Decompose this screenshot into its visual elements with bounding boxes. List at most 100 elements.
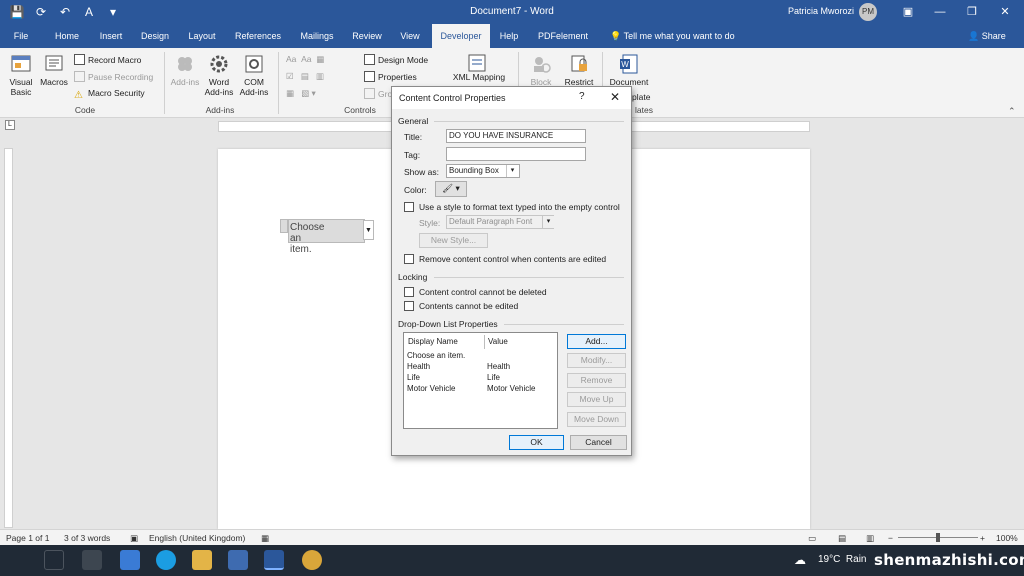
minimize-icon[interactable]: — [930,3,950,21]
title-input[interactable]: DO YOU HAVE INSURANCE [446,129,586,143]
content-control-handle[interactable] [280,219,288,233]
zoom-slider-thumb[interactable] [936,533,940,542]
dialog-close-button[interactable]: ✕ [610,90,620,104]
store-icon[interactable] [82,550,102,570]
tag-input[interactable] [446,147,586,161]
ok-button[interactable]: OK [509,435,564,450]
design-mode-button[interactable]: Design Mode [364,54,428,66]
zoom-out-icon[interactable]: − [888,533,893,543]
tab-design[interactable]: Design [136,24,174,48]
word-taskbar-icon[interactable] [264,550,284,570]
list-item-display[interactable]: Motor Vehicle [407,384,455,393]
file-explorer-icon[interactable] [192,550,212,570]
cancel-button[interactable]: Cancel [570,435,627,450]
web-layout-icon[interactable]: ▥ [866,533,874,544]
remove-cc-checkbox[interactable] [404,254,414,264]
read-mode-icon[interactable]: ▭ [808,533,816,544]
addins-icon [178,57,192,71]
display-name-header[interactable]: Display Name [408,337,458,346]
content-control-dropdown-arrow-icon[interactable]: ▼ [363,220,374,240]
mail-icon[interactable] [120,550,140,570]
visual-basic-button[interactable]: Visual Basic [4,53,38,97]
xml-mapping-icon [468,54,486,72]
avatar[interactable]: PM [859,3,877,21]
com-addins-button[interactable]: COM Add-ins [237,53,271,97]
tab-developer[interactable]: Developer [432,24,490,48]
edge-icon[interactable] [156,550,176,570]
dropdown-section-label: Drop-Down List Properties [398,319,498,329]
tab-selector-icon[interactable]: L [5,120,15,130]
ribbon-display-icon[interactable]: ▣ [898,3,918,21]
collapse-ribbon-icon[interactable]: ⌃ [1008,106,1016,117]
list-item-display[interactable]: Life [407,373,420,382]
chevron-down-icon: ▾ [455,183,460,193]
accessibility-icon[interactable]: ▦ [261,533,269,544]
block-authors-icon [534,57,551,73]
properties-button[interactable]: Properties [364,71,417,83]
list-item-display[interactable]: Health [407,362,430,371]
macro-security-button[interactable]: ⚠ Macro Security [74,88,145,101]
cannot-edit-label: Contents cannot be edited [419,301,519,311]
cannot-edit-checkbox[interactable] [404,301,414,311]
print-layout-icon[interactable]: ▤ [838,533,846,544]
color-picker-button[interactable]: 🖌 ▾ [435,181,467,197]
value-header[interactable]: Value [488,337,508,346]
group-separator [164,52,165,114]
close-icon[interactable]: ✕ [995,3,1015,21]
tab-insert[interactable]: Insert [92,24,130,48]
column-separator[interactable] [484,335,485,349]
tab-references[interactable]: References [230,24,286,48]
tell-me-search[interactable]: 💡 Tell me what you want to do [610,24,735,48]
list-item-value[interactable]: Motor Vehicle [487,384,535,393]
rain-cloud-icon: ☁ [794,553,806,567]
tab-mailings[interactable]: Mailings [294,24,340,48]
block-authors-button: Block [524,53,558,87]
word-count[interactable]: 3 of 3 words [64,533,110,543]
restore-icon[interactable]: ❐ [962,3,982,21]
task-view-icon[interactable] [44,550,64,570]
style-select: Default Paragraph Font [446,215,554,229]
weather-widget[interactable]: 19°C Rain [818,554,866,565]
list-item-display[interactable]: Choose an item. [407,351,465,360]
list-item-value[interactable]: Life [487,373,500,382]
chrome-icon[interactable] [302,550,322,570]
tab-review[interactable]: Review [348,24,386,48]
style-chevron-down-icon: ▾ [542,216,554,228]
zoom-level[interactable]: 100% [996,533,1018,543]
cannot-delete-label: Content control cannot be deleted [419,287,547,297]
document-template-button[interactable]: W Document [606,53,652,87]
show-as-label: Show as: [404,167,439,177]
proofing-icon[interactable]: ▣ [130,533,138,544]
restrict-editing-button[interactable]: Restrict [560,53,598,87]
share-button[interactable]: 👤 Share [968,24,1006,48]
cannot-delete-checkbox[interactable] [404,287,414,297]
tab-file[interactable]: File [6,24,36,48]
user-name[interactable]: Patricia Mworozi [788,6,854,16]
page-count[interactable]: Page 1 of 1 [6,533,49,543]
show-as-chevron-down-icon[interactable]: ▾ [506,165,518,177]
language[interactable]: English (United Kingdom) [149,533,245,543]
use-style-checkbox[interactable] [404,202,414,212]
zoom-in-icon[interactable]: + [980,533,985,543]
record-macro-button[interactable]: Record Macro [74,54,141,66]
word-addins-button[interactable]: Word Add-ins [201,53,237,97]
app-icon[interactable] [228,550,248,570]
tab-view[interactable]: View [392,24,428,48]
use-style-label: Use a style to format text typed into th… [419,202,620,212]
tab-home[interactable]: Home [48,24,86,48]
design-mode-icon [364,54,375,65]
vertical-ruler[interactable] [4,148,13,528]
move-up-button: Move Up [567,392,626,407]
pause-icon [74,71,85,82]
macros-button[interactable]: Macros [38,53,70,87]
tab-pdfelement[interactable]: PDFelement [532,24,594,48]
tab-layout[interactable]: Layout [182,24,222,48]
title-label: Title: [404,132,423,142]
locking-section-label: Locking [398,272,428,282]
list-item-value[interactable]: Health [487,362,510,371]
help-button[interactable]: ? [579,91,585,102]
general-section-label: General [398,116,429,126]
tab-help[interactable]: Help [494,24,524,48]
add-button[interactable]: Add... [567,334,626,349]
dropdown-list[interactable]: Display Name Value Choose an item. Healt… [403,332,558,429]
